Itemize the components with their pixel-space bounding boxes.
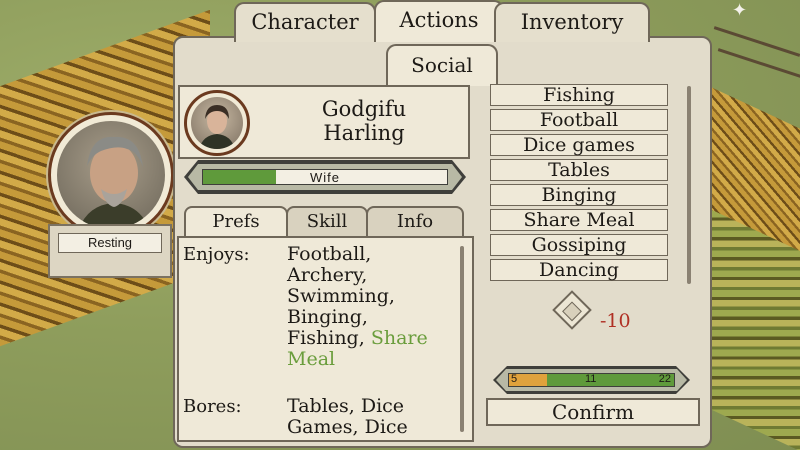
activity-dice-games[interactable]: Dice games <box>490 134 668 156</box>
mood-track: 5 11 22 <box>508 373 675 387</box>
tab-info[interactable]: Info <box>366 206 464 238</box>
mood-mid-segment <box>546 374 674 386</box>
mood-high-value: 22 <box>658 373 671 385</box>
character-first-name: Godgifu <box>321 97 407 121</box>
relation-track: Wife <box>202 169 448 185</box>
bird-icon: ✦ <box>732 0 748 21</box>
character-face-icon <box>191 97 243 149</box>
confirm-button[interactable]: Confirm <box>486 398 700 426</box>
bores-text: Tables, Dice Games, Dice <box>287 395 408 438</box>
character-avatar <box>184 90 250 156</box>
enjoys-label: Enjoys: <box>183 244 250 265</box>
mood-mid-value: 11 <box>585 373 597 385</box>
prefs-panel: Enjoys: Football, Archery, Swimming, Bin… <box>177 236 474 442</box>
character-last-name: Harling <box>323 121 405 145</box>
status-box: Resting <box>48 224 172 278</box>
character-name: Godgifu Harling <box>264 97 464 145</box>
tab-prefs[interactable]: Prefs <box>184 206 288 238</box>
relation-label: Wife <box>310 170 340 185</box>
activity-fishing[interactable]: Fishing <box>490 84 668 106</box>
bores-label: Bores: <box>183 396 242 417</box>
activity-dancing[interactable]: Dancing <box>490 259 668 281</box>
tab-skill[interactable]: Skill <box>286 206 368 238</box>
character-card[interactable]: Godgifu Harling <box>178 85 470 159</box>
tab-character[interactable]: Character <box>234 2 376 42</box>
activity-football[interactable]: Football <box>490 109 668 131</box>
activity-scrollbar[interactable] <box>687 86 691 284</box>
tab-inventory[interactable]: Inventory <box>494 2 650 42</box>
enjoys-text: Football, Archery, Swimming, Binging, Fi… <box>287 244 447 370</box>
activity-tables[interactable]: Tables <box>490 159 668 181</box>
player-portrait[interactable] <box>48 112 174 238</box>
tab-actions[interactable]: Actions <box>374 0 504 42</box>
activity-share-meal[interactable]: Share Meal <box>490 209 668 231</box>
activity-gossiping[interactable]: Gossiping <box>490 234 668 256</box>
prefs-scrollbar[interactable] <box>460 246 464 432</box>
activity-cost-value: -10 <box>600 310 631 332</box>
player-face-icon <box>57 121 165 229</box>
relation-bar: Wife <box>184 160 466 194</box>
tab-social[interactable]: Social <box>386 44 498 86</box>
mood-low-value: 5 <box>511 373 518 385</box>
mood-bar: 5 11 22 <box>493 366 690 394</box>
status-label: Resting <box>58 233 162 253</box>
activity-binging[interactable]: Binging <box>490 184 668 206</box>
